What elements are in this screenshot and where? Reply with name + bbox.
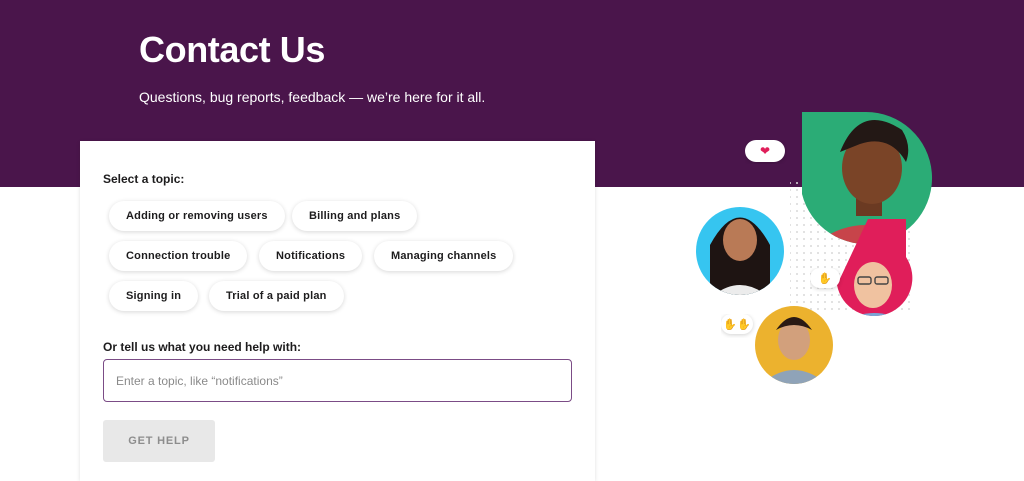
avatar-woman-long-hair [696,207,784,295]
topic-chip-billing-plans[interactable]: Billing and plans [292,201,418,231]
page-subtitle: Questions, bug reports, feedback — we’re… [139,89,486,105]
topic-chip-trial-paid-plan[interactable]: Trial of a paid plan [209,281,344,311]
topic-chip-notifications[interactable]: Notifications [259,241,363,271]
help-topic-input[interactable] [103,359,572,402]
raised-hands-emoji-icon: ✋✋ [721,314,753,334]
page-title: Contact Us [139,29,326,70]
topic-chip-connection-trouble[interactable]: Connection trouble [109,241,248,271]
help-label: Or tell us what you need help with: [103,340,302,354]
avatar-person-short-hair [755,306,833,384]
topic-chip-adding-removing-users[interactable]: Adding or removing users [109,201,285,231]
topic-chip-signing-in[interactable]: Signing in [109,281,199,311]
topic-label: Select a topic: [103,172,185,186]
get-help-button[interactable]: GET HELP [103,420,215,462]
contact-form-card: Select a topic: Adding or removing users… [80,141,595,481]
heart-emoji-icon: ❤ [745,140,785,162]
people-illustration: ❤ ✋ ✋✋ [696,111,933,384]
clapping-hands-emoji-icon: ✋ [810,268,840,288]
topic-chip-managing-channels[interactable]: Managing channels [374,241,514,271]
